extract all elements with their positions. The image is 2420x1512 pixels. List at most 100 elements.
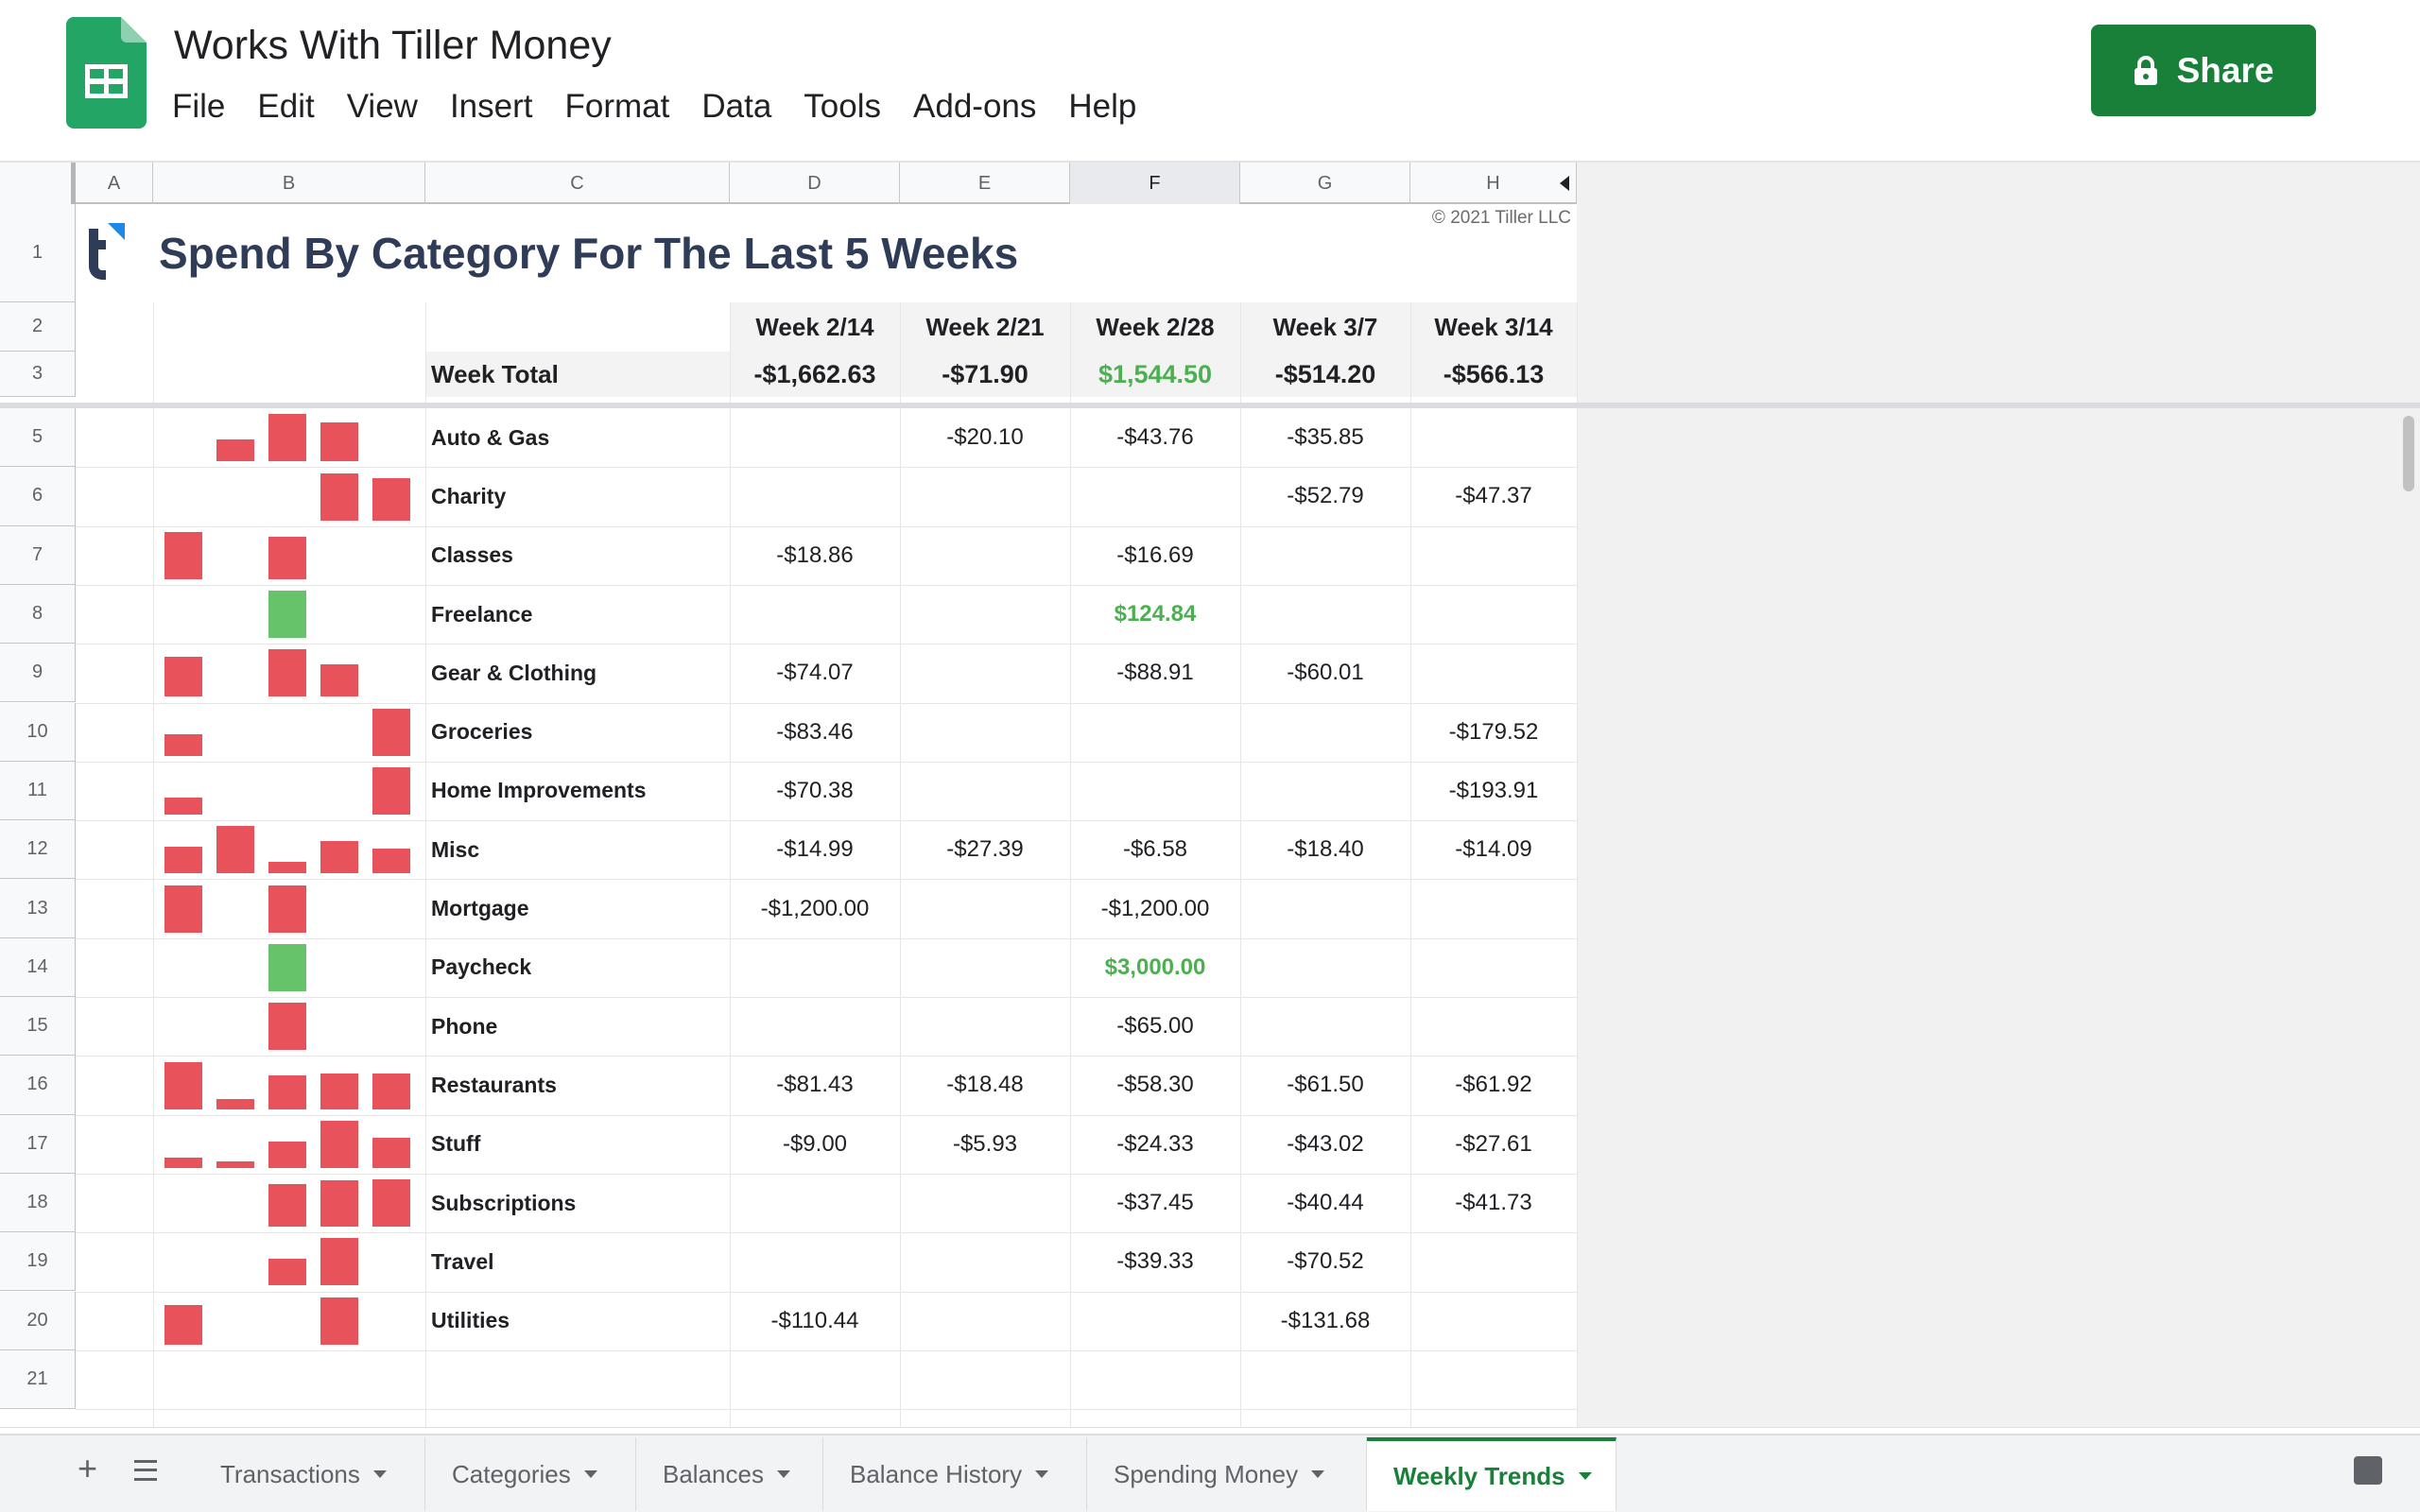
row-header[interactable]: 2 <box>0 302 76 352</box>
category-cell[interactable]: Travel <box>425 1232 730 1291</box>
amount-cell[interactable] <box>900 585 1070 644</box>
amount-cell[interactable]: -$179.52 <box>1410 703 1577 762</box>
amount-cell[interactable] <box>1410 997 1577 1056</box>
amount-cell[interactable]: -$70.52 <box>1240 1232 1410 1291</box>
menu-format[interactable]: Format <box>549 88 686 126</box>
menu-edit[interactable]: Edit <box>241 88 330 126</box>
amount-cell[interactable] <box>730 467 900 525</box>
row-header[interactable]: 13 <box>0 879 76 938</box>
category-cell[interactable]: Misc <box>425 820 730 879</box>
chevron-down-icon[interactable] <box>1311 1470 1325 1478</box>
share-button[interactable]: Share <box>2091 25 2316 116</box>
amount-cell[interactable] <box>900 997 1070 1056</box>
amount-cell[interactable]: -$131.68 <box>1240 1292 1410 1350</box>
menu-tools[interactable]: Tools <box>787 88 897 126</box>
category-cell[interactable]: Paycheck <box>425 938 730 997</box>
category-cell[interactable]: Mortgage <box>425 879 730 937</box>
menu-add-ons[interactable]: Add-ons <box>897 88 1052 126</box>
column-header-d[interactable]: D <box>730 163 900 204</box>
amount-cell[interactable] <box>900 703 1070 762</box>
week-header[interactable]: Week 2/21 <box>900 302 1070 352</box>
document-title[interactable]: Works With Tiller Money <box>174 23 612 69</box>
week-total-value[interactable]: -$514.20 <box>1240 352 1410 397</box>
amount-cell[interactable] <box>730 938 900 997</box>
week-header[interactable]: Week 2/28 <box>1070 302 1240 352</box>
row-header[interactable]: 20 <box>0 1291 76 1350</box>
category-cell[interactable]: Classes <box>425 526 730 585</box>
amount-cell[interactable]: -$39.33 <box>1070 1232 1240 1291</box>
menu-view[interactable]: View <box>331 88 434 126</box>
chevron-down-icon[interactable] <box>1035 1470 1049 1478</box>
week-total-value[interactable]: -$566.13 <box>1410 352 1577 397</box>
category-cell[interactable]: Groceries <box>425 703 730 762</box>
amount-cell[interactable]: -$58.30 <box>1070 1056 1240 1114</box>
amount-cell[interactable] <box>1240 526 1410 585</box>
amount-cell[interactable] <box>1070 467 1240 525</box>
column-header-g[interactable]: G <box>1240 163 1410 204</box>
amount-cell[interactable] <box>900 879 1070 937</box>
week-header[interactable]: Week 2/14 <box>730 302 900 352</box>
column-header-h[interactable]: H <box>1410 163 1577 204</box>
amount-cell[interactable]: -$18.48 <box>900 1056 1070 1114</box>
week-total-value[interactable]: -$1,662.63 <box>730 352 900 397</box>
amount-cell[interactable]: -$35.85 <box>1240 408 1410 467</box>
amount-cell[interactable] <box>900 526 1070 585</box>
amount-cell[interactable] <box>1410 585 1577 644</box>
menu-insert[interactable]: Insert <box>434 88 549 126</box>
category-cell[interactable]: Subscriptions <box>425 1174 730 1232</box>
amount-cell[interactable] <box>1410 938 1577 997</box>
amount-cell[interactable] <box>1240 703 1410 762</box>
amount-cell[interactable] <box>1410 644 1577 702</box>
category-cell[interactable]: Restaurants <box>425 1056 730 1114</box>
amount-cell[interactable]: -$5.93 <box>900 1115 1070 1174</box>
sheet-tab-spending-money[interactable]: Spending Money <box>1087 1437 1367 1511</box>
amount-cell[interactable]: -$65.00 <box>1070 997 1240 1056</box>
week-total-label[interactable]: Week Total <box>425 352 730 397</box>
all-sheets-icon[interactable] <box>134 1460 157 1481</box>
category-cell[interactable]: Phone <box>425 997 730 1056</box>
amount-cell[interactable]: -$61.50 <box>1240 1056 1410 1114</box>
amount-cell[interactable] <box>1410 1232 1577 1291</box>
row-header[interactable]: 12 <box>0 820 76 880</box>
row-header[interactable]: 1 <box>0 204 76 302</box>
week-header[interactable]: Week 3/7 <box>1240 302 1410 352</box>
amount-cell[interactable] <box>900 762 1070 820</box>
amount-cell[interactable] <box>1410 1292 1577 1350</box>
amount-cell[interactable] <box>900 1174 1070 1232</box>
column-header-c[interactable]: C <box>425 163 730 204</box>
week-total-value[interactable]: -$71.90 <box>900 352 1070 397</box>
amount-cell[interactable]: -$37.45 <box>1070 1174 1240 1232</box>
amount-cell[interactable] <box>1070 1292 1240 1350</box>
row-header[interactable]: 15 <box>0 997 76 1057</box>
category-cell[interactable]: Gear & Clothing <box>425 644 730 702</box>
amount-cell[interactable]: -$18.40 <box>1240 820 1410 879</box>
row-header[interactable]: 19 <box>0 1232 76 1292</box>
column-header-a[interactable]: A <box>76 163 153 204</box>
amount-cell[interactable] <box>900 938 1070 997</box>
row-header[interactable]: 21 <box>0 1349 76 1410</box>
category-cell[interactable]: Home Improvements <box>425 762 730 820</box>
amount-cell[interactable]: -$24.33 <box>1070 1115 1240 1174</box>
sheet-tab-balances[interactable]: Balances <box>636 1437 823 1511</box>
amount-cell[interactable]: -$74.07 <box>730 644 900 702</box>
amount-cell[interactable] <box>1410 879 1577 937</box>
menu-data[interactable]: Data <box>685 88 787 126</box>
chevron-down-icon[interactable] <box>776 1470 790 1478</box>
amount-cell[interactable] <box>1240 585 1410 644</box>
amount-cell[interactable]: -$18.86 <box>730 526 900 585</box>
amount-cell[interactable] <box>730 1232 900 1291</box>
amount-cell[interactable] <box>730 997 900 1056</box>
amount-cell[interactable]: -$43.02 <box>1240 1115 1410 1174</box>
amount-cell[interactable]: -$9.00 <box>730 1115 900 1174</box>
amount-cell[interactable]: $3,000.00 <box>1070 938 1240 997</box>
category-cell[interactable]: Utilities <box>425 1292 730 1350</box>
category-cell[interactable]: Charity <box>425 467 730 525</box>
scrollbar-thumb[interactable] <box>2403 416 2414 491</box>
amount-cell[interactable]: -$47.37 <box>1410 467 1577 525</box>
chevron-down-icon[interactable] <box>1578 1472 1592 1480</box>
add-sheet-button[interactable]: + <box>78 1449 97 1488</box>
amount-cell[interactable]: $124.84 <box>1070 585 1240 644</box>
amount-cell[interactable]: -$14.09 <box>1410 820 1577 879</box>
amount-cell[interactable]: -$40.44 <box>1240 1174 1410 1232</box>
column-header-e[interactable]: E <box>900 163 1070 204</box>
